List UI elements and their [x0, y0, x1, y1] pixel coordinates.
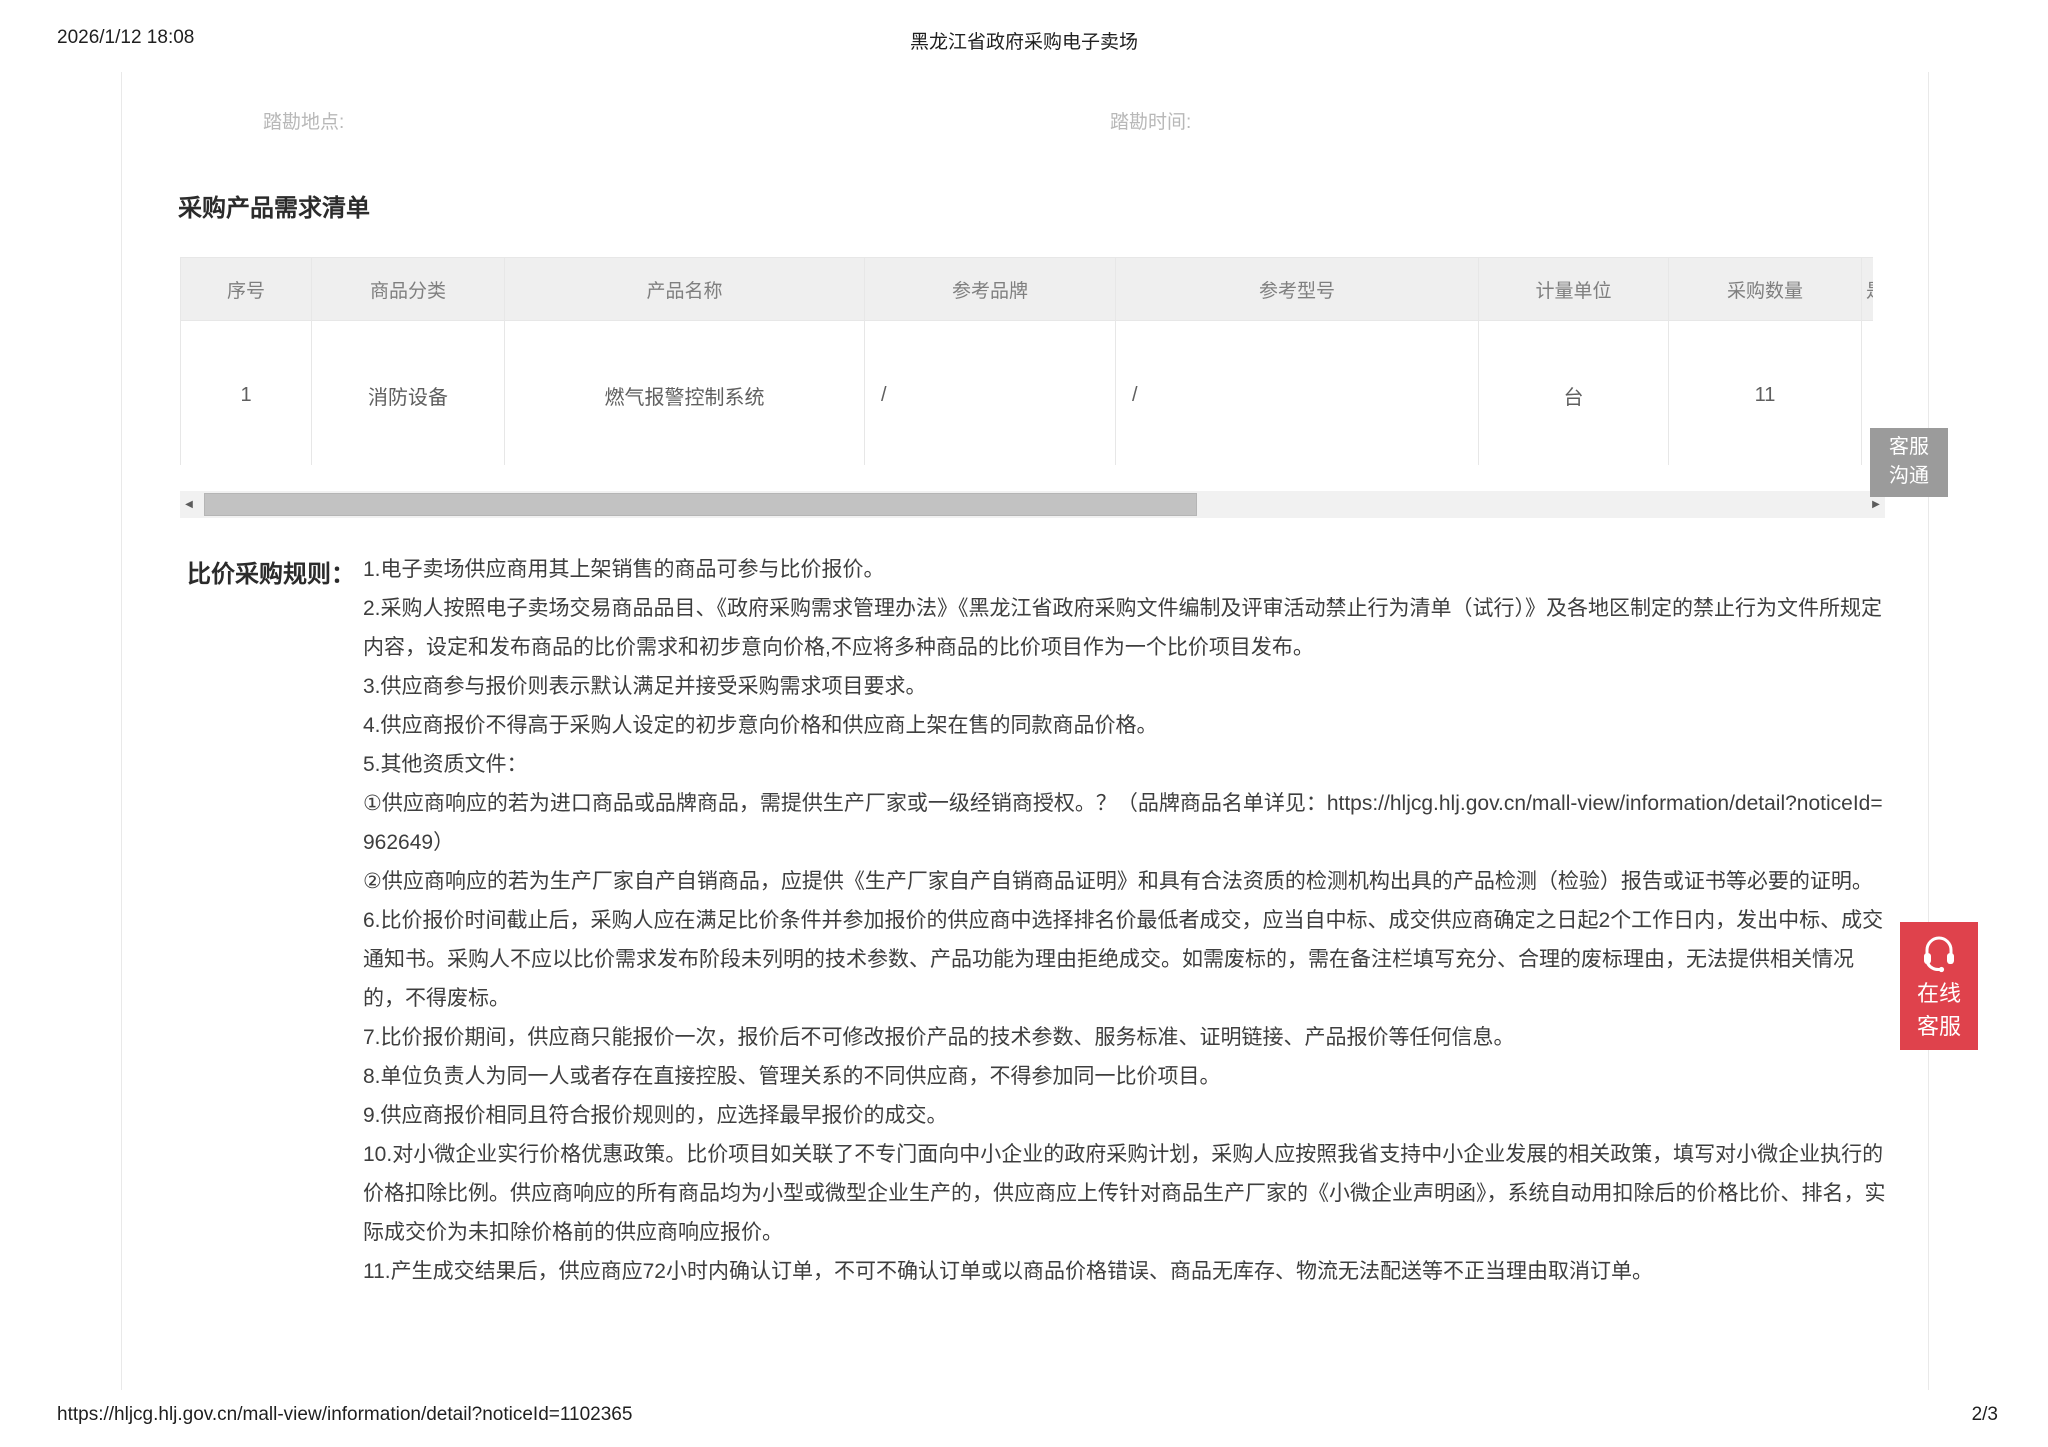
- product-table-container: 序号 商品分类 产品名称 参考品牌 参考型号 计量单位 采购数量 是 1 消防设…: [180, 257, 1873, 465]
- product-table: 序号 商品分类 产品名称 参考品牌 参考型号 计量单位 采购数量 是 1 消防设…: [180, 257, 1873, 465]
- rule-item: 5.其他资质文件：: [363, 745, 1893, 784]
- service-chat-line2: 沟通: [1870, 462, 1948, 491]
- online-service-line2: 客服: [1900, 1010, 1978, 1043]
- rule-item: 9.供应商报价相同且符合报价规则的，应选择最早报价的成交。: [363, 1096, 1893, 1135]
- headset-icon: [1919, 935, 1959, 973]
- col-header-ref-brand: 参考品牌: [865, 258, 1116, 321]
- col-header-category: 商品分类: [312, 258, 505, 321]
- page-number: 2/3: [1972, 1404, 1998, 1426]
- cell-ref-brand: /: [865, 321, 1116, 466]
- col-header-product-name: 产品名称: [505, 258, 865, 321]
- table-header-row: 序号 商品分类 产品名称 参考品牌 参考型号 计量单位 采购数量 是: [181, 258, 1874, 321]
- service-chat-badge[interactable]: 客服 沟通: [1870, 428, 1948, 497]
- rule-item: 2.采购人按照电子卖场交易商品品目、《政府采购需求管理办法》《黑龙江省政府采购文…: [363, 589, 1893, 667]
- rule-item: 6.比价报价时间截止后，采购人应在满足比价条件并参加报价的供应商中选择排名价最低…: [363, 901, 1893, 1018]
- rule-item: ①供应商响应的若为进口商品或品牌商品，需提供生产厂家或一级经销商授权。？（品牌商…: [363, 784, 1893, 862]
- online-service-line1: 在线: [1900, 977, 1978, 1010]
- rule-item: 8.单位负责人为同一人或者存在直接控股、管理关系的不同供应商，不得参加同一比价项…: [363, 1057, 1893, 1096]
- cell-unit: 台: [1479, 321, 1669, 466]
- cell-product-name: 燃气报警控制系统: [505, 321, 865, 466]
- col-header-clipped: 是: [1862, 258, 1874, 321]
- col-header-seq: 序号: [181, 258, 312, 321]
- col-header-quantity: 采购数量: [1669, 258, 1862, 321]
- scroll-thumb[interactable]: [204, 493, 1197, 516]
- cell-category: 消防设备: [312, 321, 505, 466]
- rules-text: 1.电子卖场供应商用其上架销售的商品可参与比价报价。 2.采购人按照电子卖场交易…: [363, 550, 1893, 1291]
- rule-item: 11.产生成交结果后，供应商应72小时内确认订单，不可不确认订单或以商品价格错误…: [363, 1252, 1893, 1291]
- rules-label: 比价采购规则：: [187, 554, 355, 589]
- online-service-badge[interactable]: 在线 客服: [1900, 922, 1978, 1050]
- rule-item: 4.供应商报价不得高于采购人设定的初步意向价格和供应商上架在售的同款商品价格。: [363, 706, 1893, 745]
- content-right-border: [1928, 72, 1929, 1390]
- cell-seq: 1: [181, 321, 312, 466]
- horizontal-scrollbar[interactable]: ◀ ▶: [180, 491, 1885, 518]
- survey-location-label: 踏勘地点:: [263, 107, 344, 134]
- print-page-title: 黑龙江省政府采购电子卖场: [0, 27, 2048, 54]
- col-header-ref-model: 参考型号: [1116, 258, 1479, 321]
- cell-quantity: 11: [1669, 321, 1862, 466]
- section-heading: 采购产品需求清单: [178, 188, 370, 223]
- service-chat-line1: 客服: [1870, 433, 1948, 462]
- rule-item: 3.供应商参与报价则表示默认满足并接受采购需求项目要求。: [363, 667, 1893, 706]
- content-left-border: [121, 72, 122, 1390]
- rule-item: ②供应商响应的若为生产厂家自产自销商品，应提供《生产厂家自产自销商品证明》和具有…: [363, 862, 1893, 901]
- rule-item: 1.电子卖场供应商用其上架销售的商品可参与比价报价。: [363, 550, 1893, 589]
- footer-url: https://hljcg.hlj.gov.cn/mall-view/infor…: [57, 1404, 632, 1426]
- table-row: 1 消防设备 燃气报警控制系统 / / 台 11: [181, 321, 1874, 466]
- rule-item: 7.比价报价期间，供应商只能报价一次，报价后不可修改报价产品的技术参数、服务标准…: [363, 1018, 1893, 1057]
- cell-ref-model: /: [1116, 321, 1479, 466]
- scroll-left-arrow-icon[interactable]: ◀: [180, 491, 198, 518]
- survey-time-label: 踏勘时间:: [1110, 107, 1191, 134]
- rule-item: 10.对小微企业实行价格优惠政策。比价项目如关联了不专门面向中小企业的政府采购计…: [363, 1135, 1893, 1252]
- col-header-unit: 计量单位: [1479, 258, 1669, 321]
